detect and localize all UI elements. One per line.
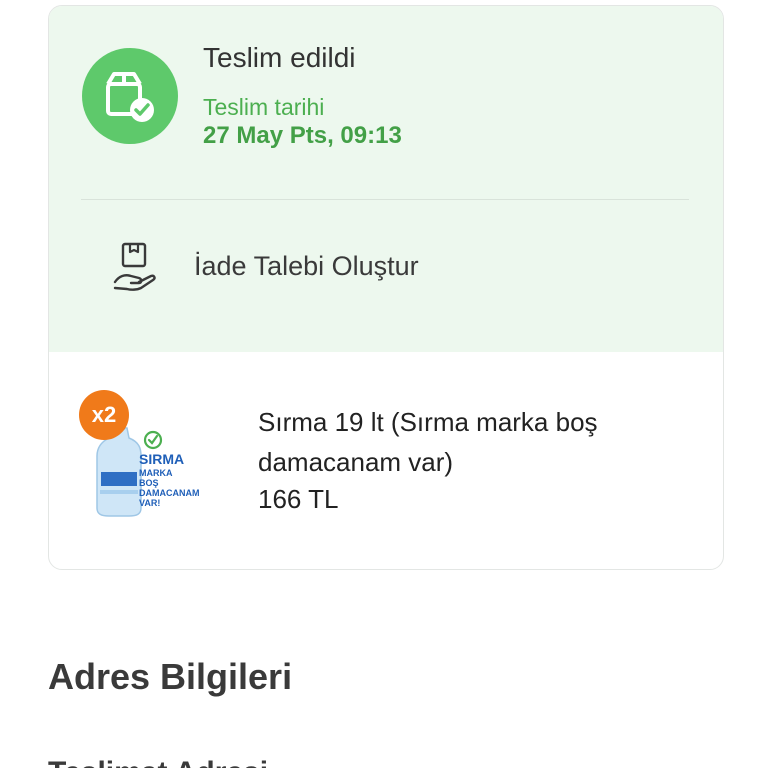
quantity-badge: x2	[79, 390, 129, 440]
return-request-label: İade Talebi Oluştur	[194, 251, 419, 281]
status-area: Teslim edildi Teslim tarihi 27 May Pts, …	[49, 6, 723, 352]
address-section-title: Adres Bilgileri	[48, 656, 293, 697]
delivered-box-icon	[82, 48, 178, 144]
order-detail-page: Teslim edildi Teslim tarihi 27 May Pts, …	[0, 0, 768, 768]
image-line1: MARKA	[139, 468, 173, 478]
image-line2: BOŞ	[139, 478, 159, 488]
create-return-request-button[interactable]: İade Talebi Oluştur	[109, 238, 589, 298]
order-card: Teslim edildi Teslim tarihi 27 May Pts, …	[48, 5, 724, 570]
delivery-date-label: Teslim tarihi	[203, 94, 325, 120]
image-line3: DAMACANAM	[139, 488, 200, 498]
image-brand: SIRMA	[139, 451, 184, 467]
return-box-hand-icon	[113, 242, 156, 291]
product-name: Sırma 19 lt (Sırma marka boş damacanam v…	[258, 407, 598, 477]
status-title: Teslim edildi	[203, 42, 356, 73]
image-line4: VAR!	[139, 498, 160, 508]
product-price: 166 TL	[258, 484, 339, 514]
delivery-address-heading: Teslimat Adresi	[48, 756, 268, 768]
delivery-date: 27 May Pts, 09:13	[203, 122, 402, 149]
divider	[81, 199, 689, 200]
